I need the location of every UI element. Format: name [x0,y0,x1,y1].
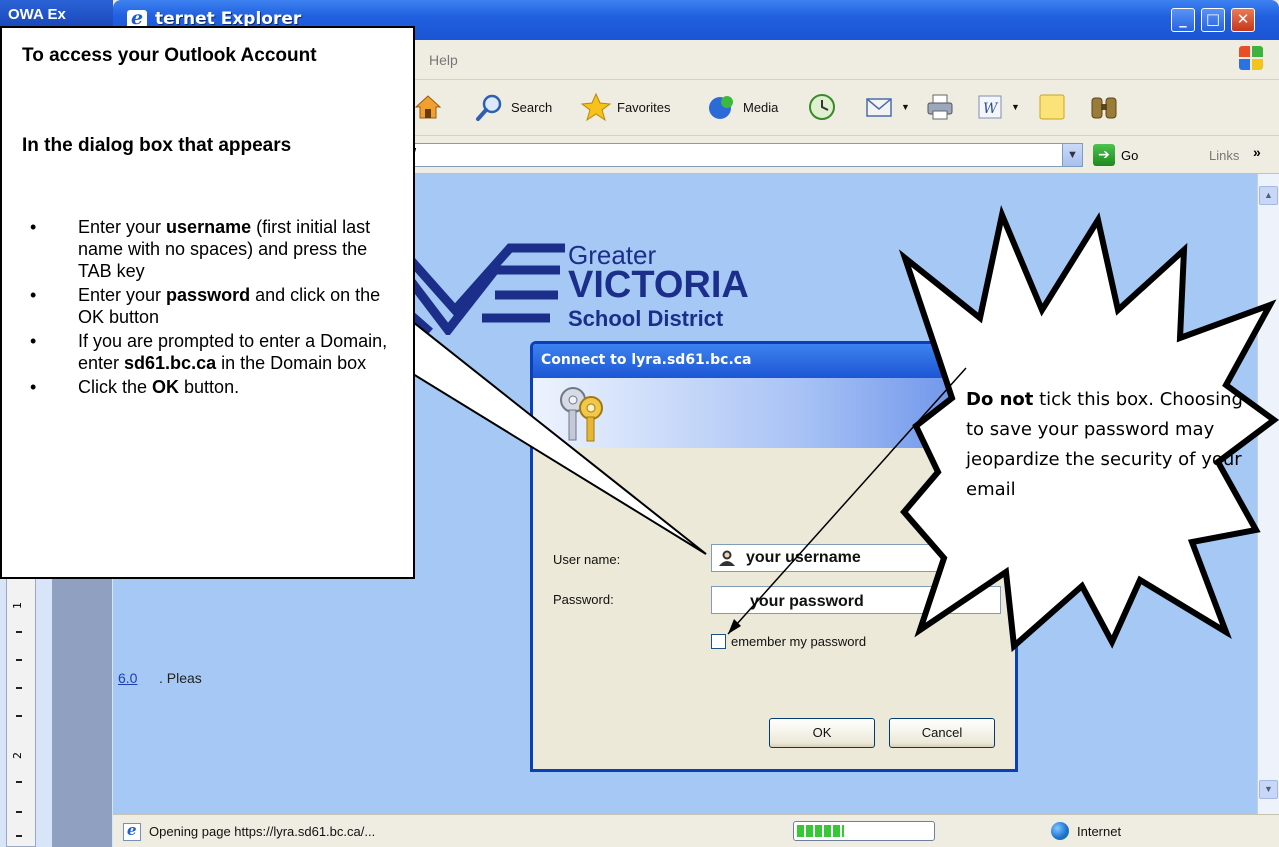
favorites-button[interactable]: Favorites [581,92,670,122]
go-arrow-icon: ➔ [1093,144,1115,166]
svg-text:W: W [983,101,999,117]
cancel-button[interactable]: Cancel [889,718,995,748]
ruler-tick [16,715,22,717]
warning-bold: Do not [966,389,1034,410]
search-label: Search [511,99,553,115]
binoculars-icon [1091,97,1117,119]
print-button[interactable] [925,92,955,122]
media-button[interactable]: Media [707,92,778,122]
history-icon [809,94,835,120]
mail-dropdown-icon: ▼ [901,102,910,112]
remember-password-label[interactable]: emember my password [731,634,866,649]
ruler-number: 2 [11,752,24,759]
messenger-button[interactable] [1089,92,1119,122]
edit-dropdown-icon: ▼ [1011,102,1020,112]
background-text: . Pleas [159,670,202,686]
security-zone-text: Internet [1077,824,1122,839]
username-label: User name: [553,552,620,567]
logo-line-victoria: VICTORIA [568,264,749,306]
callout-heading-dialog: In the dialog box that appears [22,135,292,156]
password-field[interactable]: your password [711,586,1001,614]
district-logo: Greater VICTORIA School District [400,240,760,335]
instruction-step: If you are prompted to enter a Domain, e… [22,330,402,374]
go-button[interactable]: ➔ Go [1093,144,1138,166]
dialog-title-text: Connect to lyra.sd61.bc.ca [541,352,752,368]
instruction-step: Click the OK button. [22,376,402,398]
ruler-tick [16,659,22,661]
ruler-tick [16,835,22,837]
keys-icon [560,387,603,442]
ruler-tick [16,781,22,783]
scroll-down-icon[interactable]: ▼ [1259,780,1278,799]
progress-fill [797,825,844,837]
address-dropdown-icon[interactable]: ▼ [1062,144,1082,166]
links-label[interactable]: Links [1209,148,1239,163]
progress-bar [793,821,935,841]
home-button[interactable] [413,92,443,122]
username-label-text: User name: [553,552,621,567]
media-icon [709,96,733,119]
dialog-banner [533,378,1015,448]
instruction-step: Enter your password and click on the OK … [22,284,402,328]
internet-zone-icon [1051,822,1069,840]
printer-icon [927,94,953,120]
word-edit-icon: W [978,95,1002,119]
close-button[interactable]: ✕ [1231,8,1255,32]
edit-button[interactable]: W ▼ [975,92,1020,122]
star-icon [581,92,611,122]
links-more-icon[interactable]: » [1253,144,1261,160]
username-field[interactable]: your username [711,544,1001,572]
favorites-label: Favorites [617,99,671,115]
password-value: your password [750,593,864,610]
ok-button[interactable]: OK [769,718,875,748]
home-icon [414,95,442,119]
instruction-callout: To access your Outlook Account In the di… [0,26,415,579]
ruler-tick [16,631,22,633]
status-bar: Opening page https://lyra.sd61.bc.ca/...… [113,814,1279,847]
instruction-step: Enter your username (first initial last … [22,216,402,282]
search-button[interactable]: Search [475,92,552,122]
ruler-tick [16,811,22,813]
search-icon [476,94,502,121]
username-value: your username [746,549,861,566]
user-icon [719,550,735,566]
password-label: Password: [553,592,614,607]
windows-flag-icon [1239,46,1265,72]
maximize-button[interactable]: □ [1201,8,1225,32]
ruler-number: 1 [11,602,24,609]
mail-icon [866,98,892,117]
media-label: Media [743,99,779,115]
logo-line-school-district: School District [568,306,724,331]
scroll-up-icon[interactable]: ▲ [1259,186,1278,205]
browser-version-link[interactable]: 6.0 [118,670,137,686]
word-title-text: OWA Ex [8,6,66,23]
status-text: Opening page https://lyra.sd61.bc.ca/... [149,824,376,839]
instruction-steps: Enter your username (first initial last … [22,216,402,400]
district-chevron-logo [400,243,565,335]
discuss-button[interactable] [1037,92,1067,122]
callout-heading-access: To access your Outlook Account [22,45,317,66]
page-loading-icon [123,821,141,841]
remember-password-checkbox[interactable] [711,634,726,649]
menu-item-help[interactable]: Help [429,52,458,68]
go-label: Go [1121,147,1139,163]
mail-button[interactable]: ▼ [865,92,910,122]
note-icon [1039,94,1065,120]
ruler-tick [16,687,22,689]
connect-dialog: Connect to lyra.sd61.bc.ca User name: yo… [530,341,1018,772]
minimize-button[interactable]: _ [1171,8,1195,32]
history-button[interactable] [807,92,837,122]
dialog-title-bar[interactable]: Connect to lyra.sd61.bc.ca [533,344,1015,378]
warning-text: Do not tick this box. Choosing to save y… [966,385,1266,505]
password-label-text: Password: [553,592,614,607]
